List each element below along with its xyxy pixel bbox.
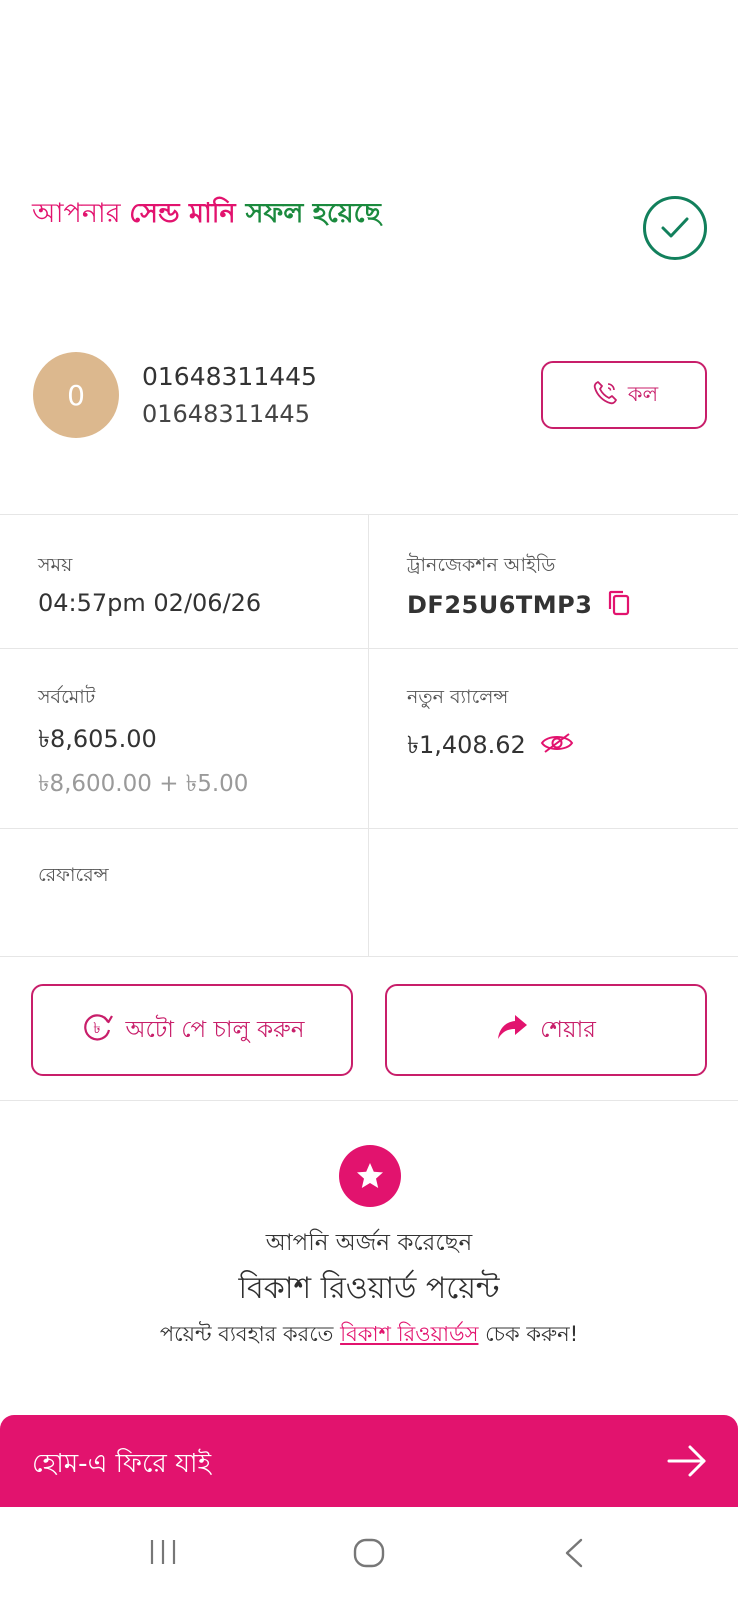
back-chevron-icon[interactable] (562, 1537, 586, 1573)
details-row-time: সময় 04:57pm 02/06/26 ট্রানজেকশন আইডি DF… (0, 515, 738, 649)
action-buttons: ৳ অটো পে চালু করুন শেয়ার (0, 984, 738, 1076)
balance-cell: নতুন ব্যালেন্স ৳1,408.62 (369, 649, 738, 828)
details-row-amount: সর্বমোট ৳8,605.00 ৳8,600.00 + ৳5.00 নতুন… (0, 649, 738, 829)
share-arrow-icon (496, 1012, 528, 1048)
details-row-reference: রেফারেন্স (0, 829, 738, 957)
reward-hint-pre: পয়েন্ট ব্যবহার করতে (159, 1322, 341, 1346)
home-button-label: হোম-এ ফিরে যাই (32, 1449, 212, 1479)
taka-refresh-icon: ৳ (80, 1010, 114, 1050)
time-label: সময় (38, 554, 73, 576)
recipient-number: 01648311445 (142, 400, 310, 428)
trx-label: ট্রানজেকশন আইডি (407, 554, 556, 576)
star-icon (339, 1145, 401, 1207)
headline-prefix: আপনার (32, 198, 130, 229)
time-cell: সময় 04:57pm 02/06/26 (0, 515, 369, 648)
reward-hint-post: চেক করুন! (478, 1322, 579, 1346)
recipient-name: 01648311445 (142, 362, 317, 391)
share-label: শেয়ার (540, 1016, 596, 1043)
share-button[interactable]: শেয়ার (385, 984, 707, 1076)
autopay-label: অটো পে চালু করুন (125, 1016, 305, 1043)
success-headline: আপনার সেন্ড মানি সফল হয়েছে (32, 196, 381, 232)
reference-label: রেফারেন্স (38, 864, 109, 886)
trx-value-wrap: DF25U6TMP3 (407, 589, 631, 623)
trx-value: DF25U6TMP3 (407, 591, 593, 619)
transaction-details: সময় 04:57pm 02/06/26 ট্রানজেকশন আইডি DF… (0, 514, 738, 957)
copy-icon[interactable] (607, 589, 631, 623)
time-value: 04:57pm 02/06/26 (38, 589, 262, 617)
call-label: কল (627, 381, 659, 406)
recents-icon[interactable] (148, 1537, 178, 1571)
headline-service: সেন্ড মানি (129, 198, 236, 229)
phone-icon (590, 378, 620, 413)
system-navigation-bar (0, 1507, 738, 1600)
divider (0, 1100, 738, 1101)
eye-off-icon[interactable] (539, 731, 575, 761)
recipient-contact: 0 01648311445 01648311445 কল (0, 352, 738, 440)
avatar: 0 (33, 352, 119, 438)
home-circle-icon[interactable] (352, 1537, 386, 1573)
home-button[interactable]: হোম-এ ফিরে যাই (0, 1415, 738, 1507)
arrow-right-icon (666, 1441, 708, 1485)
total-label: সর্বমোট (38, 686, 96, 708)
reward-hint: পয়েন্ট ব্যবহার করতে বিকাশ রিওয়ার্ডস চে… (0, 1318, 738, 1353)
autopay-button[interactable]: ৳ অটো পে চালু করুন (31, 984, 353, 1076)
call-button[interactable]: কল (541, 361, 707, 429)
trx-cell: ট্রানজেকশন আইডি DF25U6TMP3 (369, 515, 738, 648)
total-cell: সর্বমোট ৳8,605.00 ৳8,600.00 + ৳5.00 (0, 649, 369, 828)
balance-value-wrap: ৳1,408.62 (407, 727, 575, 767)
svg-text:৳: ৳ (93, 1019, 100, 1037)
balance-label: নতুন ব্যালেন্স (407, 686, 509, 708)
balance-value: ৳1,408.62 (407, 731, 526, 759)
reward-earned-text: আপনি অর্জন করেছেন (265, 1230, 473, 1256)
rewards-link[interactable]: বিকাশ রিওয়ার্ডস (340, 1322, 478, 1346)
reward-title: বিকাশ রিওয়ার্ড পয়েন্ট (238, 1271, 500, 1306)
total-value: ৳8,605.00 (38, 725, 157, 753)
check-circle-icon (643, 196, 707, 260)
headline-status: সফল হয়েছে (245, 198, 381, 229)
total-breakdown: ৳8,600.00 + ৳5.00 (38, 771, 249, 797)
reference-empty-cell (369, 829, 738, 956)
reference-cell: রেফারেন্স (0, 829, 369, 956)
status-bar-area (0, 0, 738, 150)
